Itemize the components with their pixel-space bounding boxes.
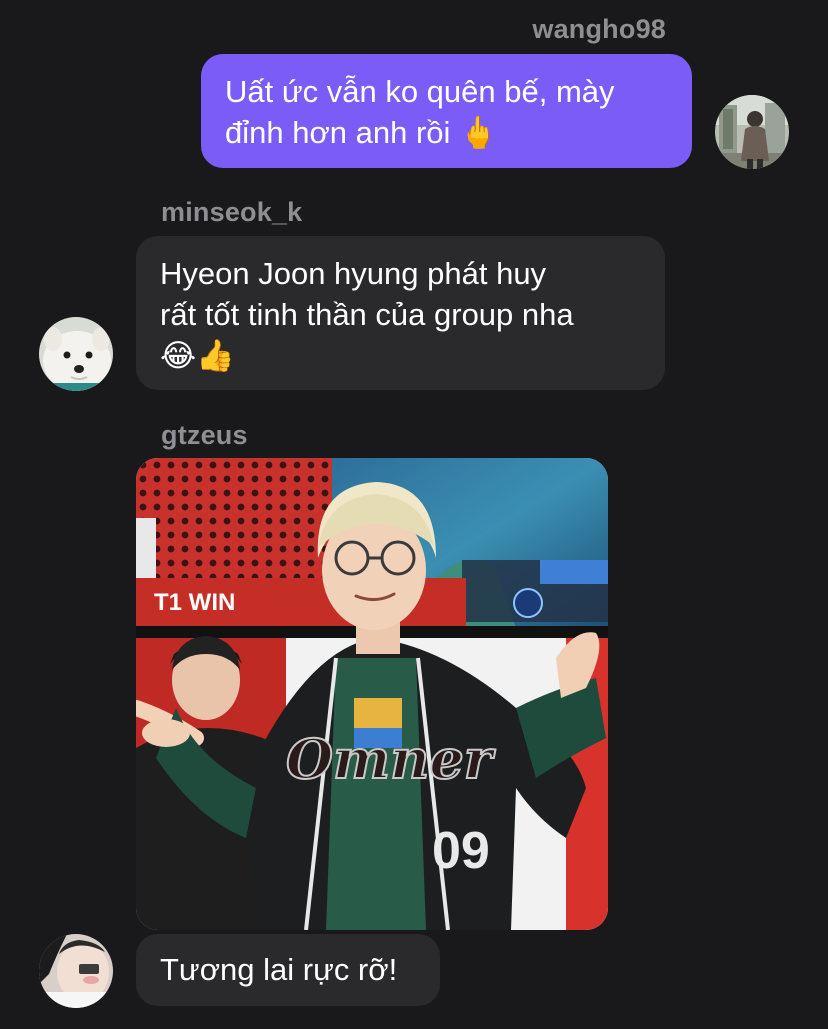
chat-thread: wangho98 Uất ức vẫn ko quên bế, mày đỉnh… xyxy=(0,0,828,1029)
message-emoji: 😂👍 xyxy=(160,338,235,373)
message-line: Uất ức vẫn ko quên bế, mày xyxy=(225,74,615,109)
sender-name: minseok_k xyxy=(161,197,303,227)
sender-name: gtzeus xyxy=(161,420,248,450)
photo-jersey-number: 09 xyxy=(432,822,490,880)
person-standing-avatar[interactable] xyxy=(715,95,789,169)
message-bubble-incoming[interactable]: Hyeon Joon hyung phát huy rất tốt tinh t… xyxy=(136,236,665,390)
message-line: rất tốt tinh thần của group nha xyxy=(160,297,574,332)
photo-banner-text: T1 WIN xyxy=(154,589,235,616)
person-selfie-avatar[interactable] xyxy=(39,934,113,1008)
white-dog-avatar[interactable] xyxy=(39,317,113,391)
message-line: đỉnh hơn anh rồi 🖕 xyxy=(225,115,498,150)
sender-name: wangho98 xyxy=(532,14,666,44)
message-bubble-incoming[interactable]: Tương lai rực rỡ! xyxy=(136,934,440,1006)
message-line: Hyeon Joon hyung phát huy xyxy=(160,256,547,291)
message-bubble-outgoing[interactable]: Uất ức vẫn ko quên bế, mày đỉnh hơn anh … xyxy=(201,54,692,168)
shared-photo[interactable]: T1 WIN Omner 09 xyxy=(136,458,608,930)
message-line: Tương lai rực rỡ! xyxy=(160,952,398,987)
